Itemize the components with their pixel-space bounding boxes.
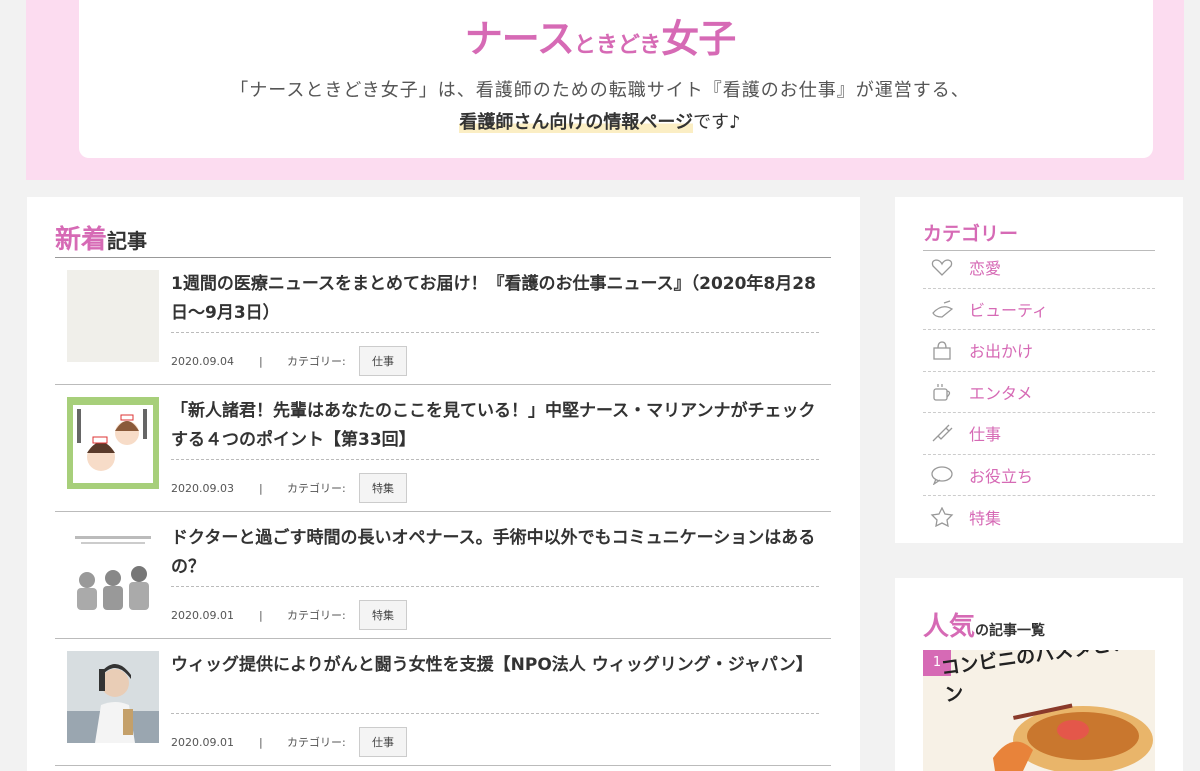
popular-article-image[interactable]: 1 コンビニのパスタとチキン	[923, 650, 1155, 771]
article-date: 2020.09.03	[171, 481, 234, 495]
article-meta: 2020.09.03 | カテゴリー: 特集	[171, 473, 407, 503]
category-label: カテゴリー:	[287, 355, 346, 368]
category-item-beauty[interactable]: ビューティ	[923, 289, 1155, 330]
article-title[interactable]: ウィッグ提供によりがんと闘う女性を支援【NPO法人 ウィッグリング・ジャパン】	[171, 651, 821, 680]
article-item[interactable]: 1週間の医療ニュースをまとめてお届け！『看護のお仕事ニュース』（2020年8月2…	[55, 258, 831, 385]
section-title-rest: 記事	[107, 229, 148, 253]
category-label: カテゴリー:	[287, 482, 346, 495]
article-meta: 2020.09.01 | カテゴリー: 特集	[171, 600, 407, 630]
article-meta: 2020.09.01 | カテゴリー: 仕事	[171, 727, 407, 757]
category-label: カテゴリー:	[287, 609, 346, 622]
category-item-feature[interactable]: 特集	[923, 496, 1155, 538]
intro-text: 「ナースときどき女子」は、看護師のための転職サイト『看護のお仕事』が運営する、	[230, 80, 970, 101]
article-meta: 2020.09.04 | カテゴリー: 仕事	[171, 346, 407, 376]
divider	[171, 586, 819, 587]
popular-sidebar: 人気の記事一覧 1 コンビニのパスタとチキン	[895, 578, 1183, 771]
article-date: 2020.09.01	[171, 608, 234, 622]
logo-main: ナース	[464, 17, 575, 61]
category-label: エンタメ	[969, 383, 1033, 403]
meta-separator: |	[259, 735, 263, 749]
category-label: 特集	[969, 508, 1002, 528]
speech-bubble-icon	[929, 464, 955, 486]
category-tag[interactable]: 特集	[359, 600, 407, 630]
nurse-illustration-icon	[73, 405, 153, 483]
category-item-work[interactable]: 仕事	[923, 413, 1155, 455]
intro-highlight: 看護師さん向けの情報ページ	[459, 112, 694, 133]
divider	[171, 332, 819, 333]
section-title: 新着記事	[55, 219, 147, 256]
category-item-outing[interactable]: お出かけ	[923, 330, 1155, 372]
popular-title-accent: 人気	[923, 612, 976, 642]
article-date: 2020.09.04	[171, 354, 234, 368]
meta-separator: |	[259, 608, 263, 622]
person-photo-icon	[67, 664, 159, 743]
intro-end: です♪	[693, 112, 741, 133]
site-logo[interactable]: ナースときどき女子	[0, 8, 1200, 63]
article-item[interactable]: 「新人諸君！先輩はあなたのここを見ている！」中堅ナース・マリアンナがチェックする…	[55, 385, 831, 512]
category-label: 仕事	[969, 425, 1002, 445]
article-title[interactable]: 「新人諸君！先輩はあなたのここを見ている！」中堅ナース・マリアンナがチェックする…	[171, 397, 821, 455]
logo-small: ときどき	[573, 33, 662, 58]
bag-icon	[929, 339, 955, 361]
syringe-icon	[929, 422, 955, 444]
article-list: 1週間の医療ニュースをまとめてお届け！『看護のお仕事ニュース』（2020年8月2…	[55, 257, 831, 766]
category-tag[interactable]: 特集	[359, 473, 407, 503]
category-item-romance[interactable]: 恋愛	[923, 247, 1155, 289]
cup-icon	[929, 381, 955, 403]
cosmetics-icon	[929, 298, 955, 320]
category-list: 恋愛 ビューティ お出かけ エンタメ 仕事 お役立ち 特集	[923, 247, 1155, 538]
article-thumbnail[interactable]	[67, 524, 159, 616]
category-label: お出かけ	[969, 342, 1034, 362]
category-sidebar: カテゴリー 恋愛 ビューティ お出かけ エンタメ 仕事 お役立ち 特集	[895, 197, 1183, 543]
category-item-useful[interactable]: お役立ち	[923, 455, 1155, 496]
heart-icon	[929, 256, 955, 278]
intro-text-2: 看護師さん向けの情報ページです♪	[0, 108, 1200, 134]
divider	[171, 459, 819, 460]
logo-end: 女子	[661, 17, 736, 61]
popular-title-rest: の記事一覧	[975, 623, 1046, 639]
divider	[171, 713, 819, 714]
meta-separator: |	[259, 354, 263, 368]
article-title[interactable]: 1週間の医療ニュースをまとめてお届け！『看護のお仕事ニュース』（2020年8月2…	[171, 270, 821, 328]
category-label: ビューティ	[969, 300, 1049, 320]
article-thumbnail[interactable]	[67, 397, 159, 489]
section-title-accent: 新着	[55, 225, 108, 255]
article-thumbnail[interactable]	[67, 651, 159, 743]
category-item-entertainment[interactable]: エンタメ	[923, 372, 1155, 413]
new-articles-panel: 新着記事 1週間の医療ニュースをまとめてお届け！『看護のお仕事ニュース』（202…	[27, 197, 860, 771]
category-label: 恋愛	[969, 259, 1002, 279]
popular-title: 人気の記事一覧	[923, 606, 1045, 643]
people-illustration-icon	[75, 536, 151, 610]
article-thumbnail[interactable]	[67, 270, 159, 362]
article-title[interactable]: ドクターと過ごす時間の長いオペナース。手術中以外でもコミュニケーションはあるの？	[171, 524, 821, 582]
category-label: カテゴリー:	[287, 736, 346, 749]
category-tag[interactable]: 仕事	[359, 727, 407, 757]
article-date: 2020.09.01	[171, 735, 234, 749]
category-tag[interactable]: 仕事	[359, 346, 407, 376]
meta-separator: |	[259, 481, 263, 495]
article-item[interactable]: ウィッグ提供によりがんと闘う女性を支援【NPO法人 ウィッグリング・ジャパン】 …	[55, 639, 831, 766]
article-item[interactable]: ドクターと過ごす時間の長いオペナース。手術中以外でもコミュニケーションはあるの？…	[55, 512, 831, 639]
star-icon	[929, 506, 955, 528]
category-label: お役立ち	[969, 466, 1034, 486]
